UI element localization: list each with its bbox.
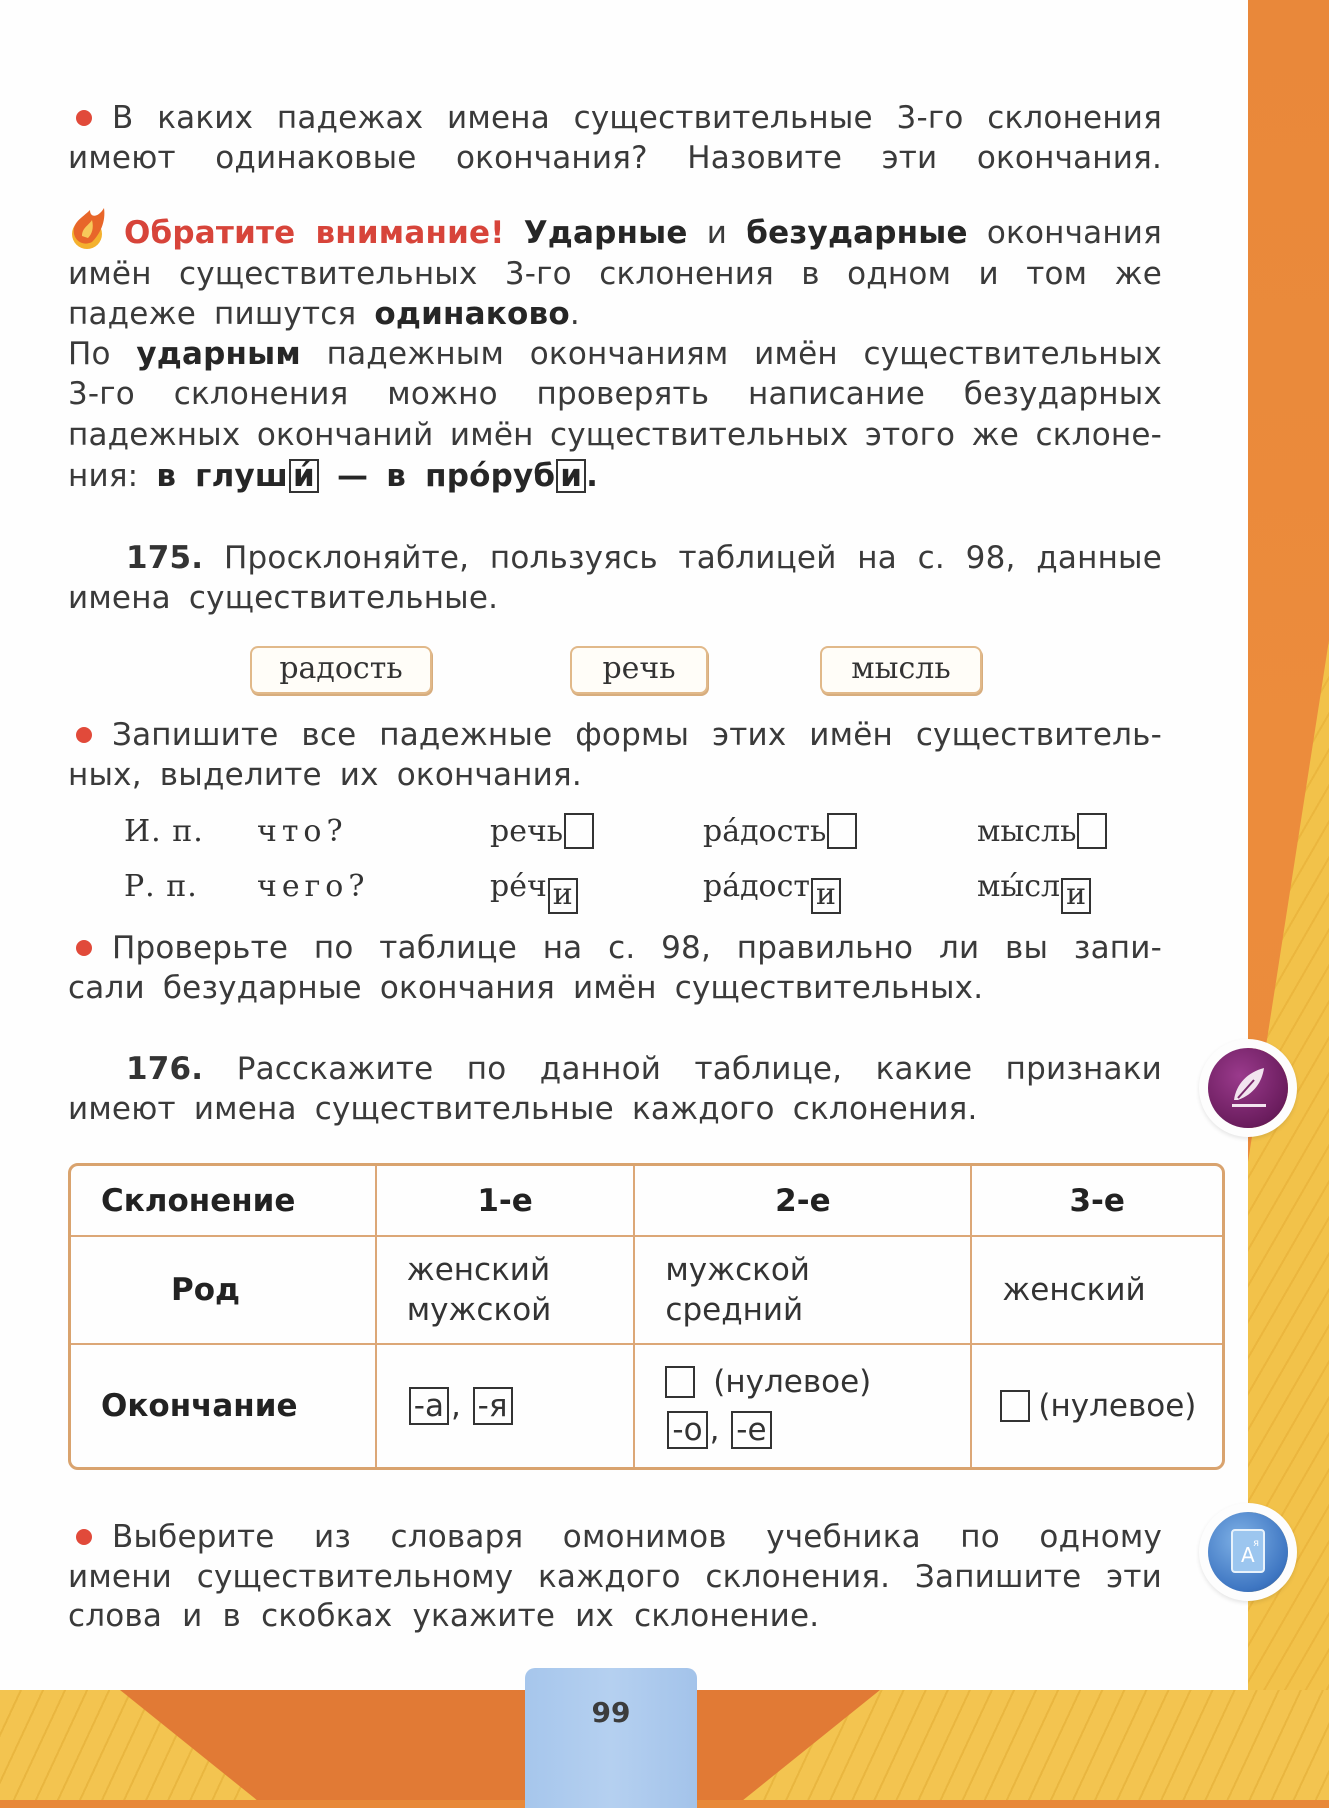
example-prorubi: в про́руб и. [386, 458, 599, 494]
row-label-ending: Окончание [71, 1345, 377, 1467]
check-line-2: сали безударные окончания имён существит… [68, 970, 984, 1006]
ending-box: и [556, 459, 587, 493]
ending-box: и [811, 878, 842, 914]
final-task-line-3: слова и в скобках укажите их склонение. [68, 1598, 820, 1634]
form-rechi: ре́ч и [490, 867, 578, 914]
intro-question-line-2: имеют одинаковые окончания? Назовите эти… [68, 140, 1162, 176]
attention-label: Обратите внимание! [124, 215, 505, 251]
gender-first: женский мужской [376, 1237, 636, 1345]
header-third: 3-е [972, 1166, 1222, 1237]
form-mysli: мы́сл и [977, 867, 1092, 914]
svg-text:я: я [1253, 1538, 1259, 1549]
dictionary-icon[interactable]: A я [1208, 1512, 1288, 1592]
final-task-line-1: Выберите из словаря омонимов учебника по… [68, 1517, 1162, 1557]
page-number: 99 [591, 1696, 631, 1729]
ending-second: (нулевое) -о, -е [635, 1345, 973, 1467]
exercise-number: 176. [126, 1051, 204, 1087]
table-row-gender: Род женский мужской мужской средний женс… [71, 1237, 1222, 1345]
table-row-ending: Окончание -а, -я (нулевое) -о, -е (нулев… [71, 1345, 1222, 1467]
header-second: 2-е [635, 1166, 973, 1237]
attention-line-3: падеже пишутся одинаково. [68, 296, 580, 332]
attention-fire-icon [72, 208, 105, 249]
form-radost: ра́дость [703, 812, 858, 852]
empty-ending-box [564, 813, 595, 849]
ending-box: и́ [289, 459, 319, 493]
zero-ending-box [665, 1366, 696, 1398]
gender-second: мужской средний [635, 1237, 973, 1345]
bullet-icon [76, 727, 92, 743]
ending-third: (нулевое) [972, 1345, 1222, 1467]
row-label-gender: Род [71, 1237, 377, 1345]
declension-table: Склонение 1-е 2-е 3-е Род женский мужско… [68, 1163, 1225, 1470]
header-first: 1-е [376, 1166, 636, 1237]
form-mysl: мысль [977, 812, 1108, 852]
example-glushi: в глуш и́ [156, 458, 319, 494]
attention-line-6: падежных окончаний имён существительных … [68, 417, 1162, 453]
bullet-icon [76, 110, 92, 126]
ending-box: и [547, 878, 578, 914]
exercise-175-line-1: 175. Просклоняйте, пользуясь таблицей на… [126, 540, 1162, 576]
textbook-page: В каких падежах имена существительные 3-… [0, 0, 1248, 1690]
feather-icon[interactable] [1208, 1048, 1288, 1128]
form-rech: речь [490, 812, 595, 852]
ending-box: и [1061, 878, 1092, 914]
empty-ending-box [1077, 813, 1108, 849]
word-card-mysl: мысль [820, 646, 982, 694]
attention-line-2: имён существительных 3-го склонения в од… [68, 256, 1162, 292]
gender-third: женский [972, 1237, 1222, 1345]
ending-first: -а, -я [377, 1345, 636, 1467]
task-175-line-1: Запишите все падежные формы этих имён су… [68, 715, 1162, 755]
final-task-line-2: имени существительному каждого склонения… [68, 1559, 1162, 1595]
attention-line-5: 3-го склонения можно проверять написание… [68, 376, 1162, 412]
bullet-icon [76, 1529, 92, 1545]
attention-line-4: По ударным падежным окончаниям имён суще… [68, 336, 1162, 372]
header-declension: Склонение [71, 1166, 377, 1237]
form-radosti: ра́дост и [703, 867, 842, 914]
empty-ending-box [827, 813, 858, 849]
zero-ending-box [1000, 1390, 1031, 1422]
table-header-row: Склонение 1-е 2-е 3-е [71, 1166, 1222, 1237]
page-number-tab: 99 [525, 1668, 697, 1808]
exercise-176-line-2: имеют имена существительные каждого скло… [68, 1091, 978, 1127]
bullet-icon [76, 940, 92, 956]
exercise-number: 175. [126, 540, 204, 576]
intro-question-line-1: В каких падежах имена существительные 3-… [68, 98, 1162, 138]
attention-line-7: ния: в глуш и́ — в про́руб и. [68, 458, 599, 494]
attention-line-1: Обратите внимание! Ударные и безударные … [124, 215, 1162, 251]
word-card-rech: речь [570, 646, 708, 694]
exercise-176-line-1: 176. Расскажите по данной таблице, какие… [126, 1051, 1162, 1087]
task-175-line-2: ных, выделите их окончания. [68, 757, 582, 793]
check-line-1: Проверьте по таблице на с. 98, правильно… [68, 928, 1162, 968]
exercise-175-line-2: имена существительные. [68, 580, 499, 616]
word-card-radost: радость [250, 646, 432, 694]
